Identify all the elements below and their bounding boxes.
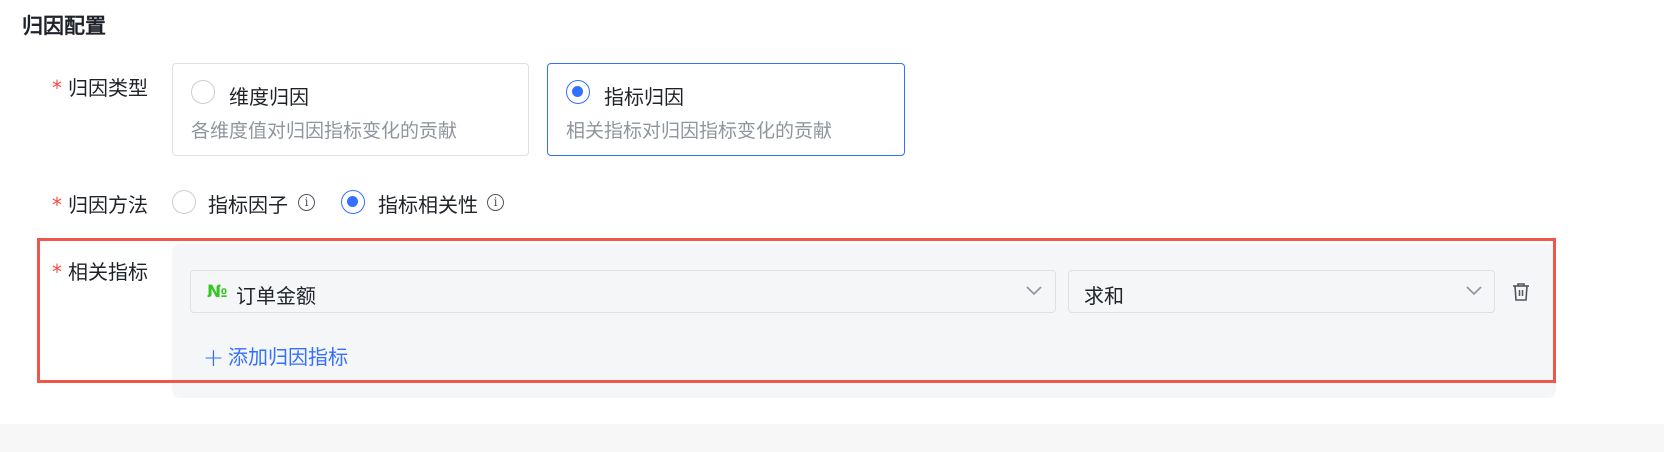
related-metrics-label: * 相关指标 (52, 256, 148, 285)
plus-icon: + (203, 343, 224, 372)
metric-attribution-title: 指标归因 (604, 85, 684, 109)
add-attribution-metric-button[interactable]: + 添加归因指标 (203, 341, 348, 372)
attribution-method-label: * 归因方法 (52, 189, 148, 218)
metric-select-value: 订单金额 (236, 284, 316, 308)
attribution-type-text: 归因类型 (68, 76, 148, 100)
bottom-bar (0, 424, 1664, 452)
dimension-attribution-card[interactable]: 维度归因 各维度值对归因指标变化的贡献 (172, 63, 529, 156)
metric-attribution-card[interactable]: 指标归因 相关指标对归因指标变化的贡献 (547, 63, 905, 156)
dimension-attribution-title: 维度归因 (229, 85, 309, 109)
chevron-down-icon (1026, 286, 1042, 296)
section-title: 归因配置 (22, 14, 106, 38)
metric-select[interactable]: № 订单金额 (190, 270, 1056, 313)
chevron-down-icon (1466, 286, 1482, 296)
metric-factor-label[interactable]: 指标因子 (208, 189, 288, 218)
metric-correlation-label[interactable]: 指标相关性 (378, 189, 478, 218)
required-mark: * (52, 260, 62, 284)
dimension-attribution-desc: 各维度值对归因指标变化的贡献 (191, 120, 458, 142)
attribution-type-label: * 归因类型 (52, 72, 148, 101)
required-mark: * (52, 193, 62, 217)
number-type-icon: № (207, 282, 228, 302)
metric-factor-radio[interactable] (172, 190, 196, 214)
aggregation-select-value: 求和 (1084, 284, 1124, 308)
metric-correlation-radio[interactable] (341, 190, 365, 214)
add-attribution-metric-label: 添加归因指标 (227, 345, 348, 369)
dimension-attribution-radio[interactable] (191, 80, 215, 104)
trash-icon[interactable] (1512, 282, 1530, 302)
metric-attribution-desc: 相关指标对归因指标变化的贡献 (566, 120, 833, 142)
related-metrics-panel (172, 244, 1556, 398)
info-icon[interactable]: i (298, 194, 315, 211)
related-metrics-text: 相关指标 (68, 260, 148, 284)
attribution-method-text: 归因方法 (68, 193, 148, 217)
metric-attribution-radio[interactable] (566, 80, 590, 104)
required-mark: * (52, 76, 62, 100)
aggregation-select[interactable]: 求和 (1068, 270, 1495, 313)
info-icon[interactable]: i (487, 194, 504, 211)
